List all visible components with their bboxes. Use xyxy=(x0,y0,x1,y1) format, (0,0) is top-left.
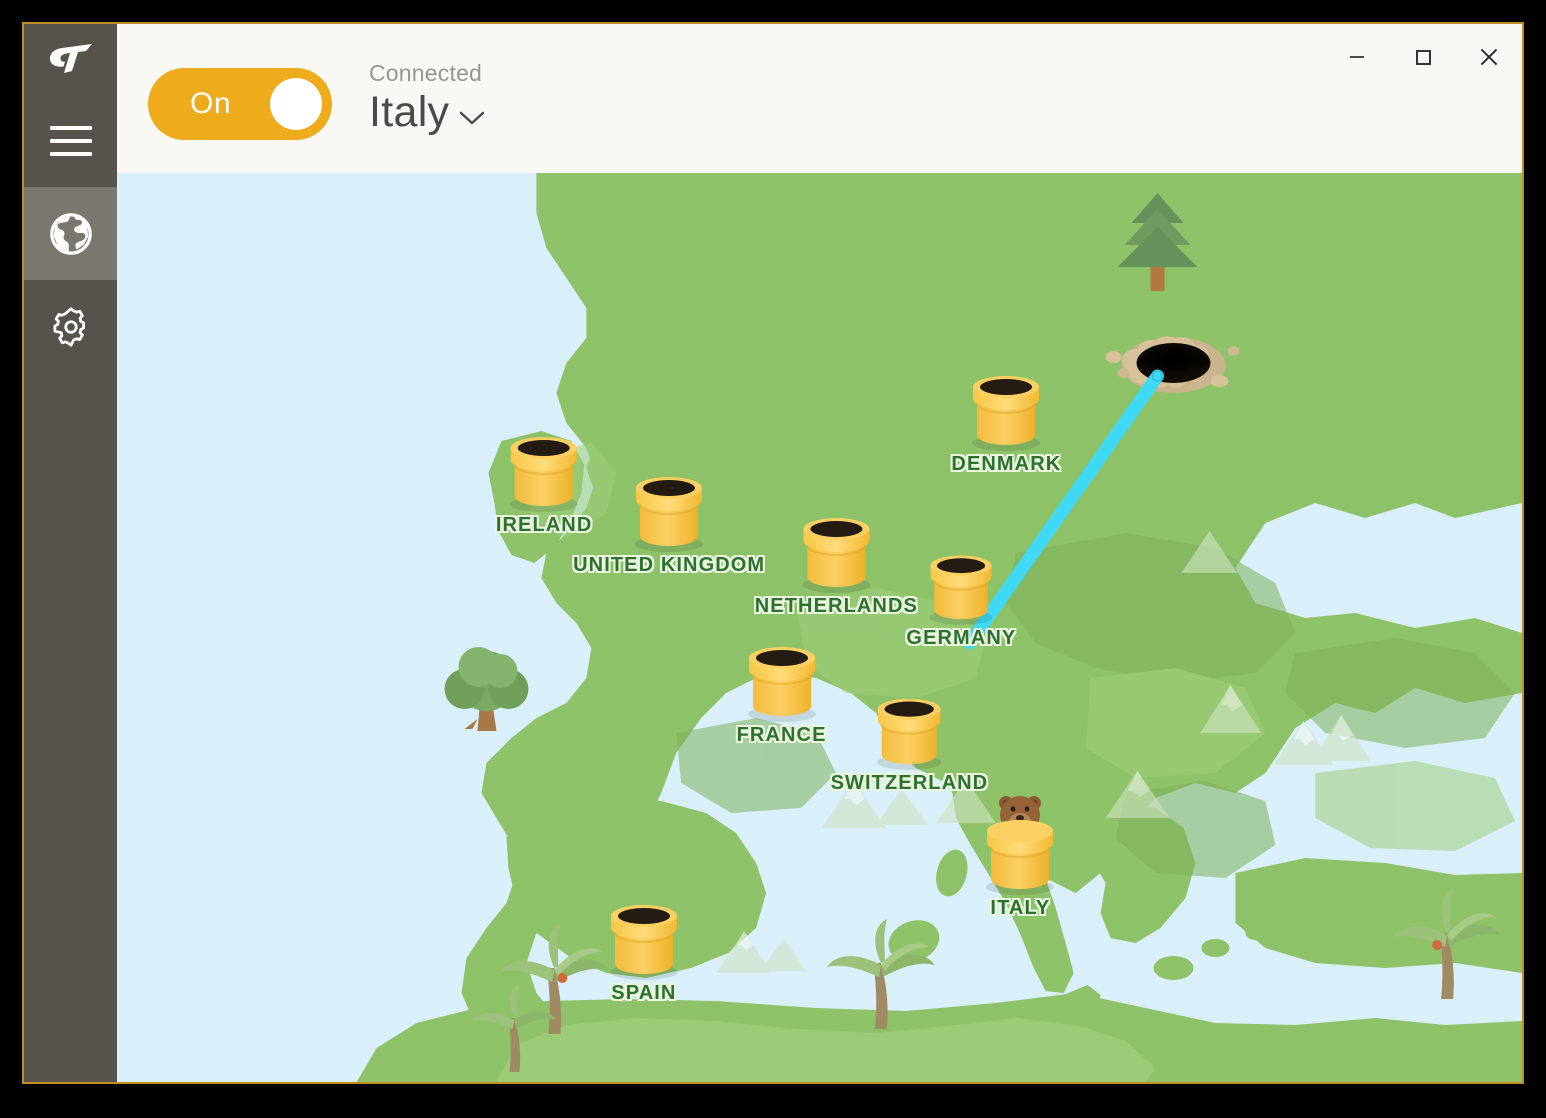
world-map[interactable]: IRELAND UNITED KINGDOM DENMARK NETHERLAN… xyxy=(117,173,1522,1082)
tunnel-marker-united-kingdom[interactable]: UNITED KINGDOM xyxy=(573,468,765,577)
tunnel-icon xyxy=(510,436,579,512)
tunnel-icon xyxy=(972,375,1041,451)
tunnel-label: UNITED KINGDOM xyxy=(573,553,766,576)
vpn-power-toggle[interactable]: On xyxy=(148,68,332,140)
tunnel-marker-denmark[interactable]: DENMARK xyxy=(951,367,1061,476)
tunnel-icon xyxy=(635,476,704,552)
tunnel-marker-italy[interactable]: ITALY xyxy=(980,783,1060,920)
tunnel-marker-netherlands[interactable]: NETHERLANDS xyxy=(755,509,918,618)
tunnel-label: DENMARK xyxy=(951,452,1062,475)
chevron-down-icon xyxy=(460,111,485,124)
header-bar: On Connected Italy xyxy=(117,24,1522,173)
tunnel-label: ITALY xyxy=(990,897,1051,920)
minimize-button[interactable] xyxy=(1324,24,1390,90)
connection-status-text: Connected xyxy=(369,60,483,86)
tunnel-label: NETHERLANDS xyxy=(754,594,918,617)
selected-country-name: Italy xyxy=(369,88,450,136)
tunnelbear-logo-icon xyxy=(49,44,92,73)
tunnel-icon xyxy=(609,904,678,980)
tunnel-label: SPAIN xyxy=(611,981,677,1004)
maximize-icon xyxy=(1416,50,1431,65)
vpn-toggle-knob xyxy=(270,78,322,130)
tunnel-label: SWITZERLAND xyxy=(830,771,989,794)
tunnel-icon xyxy=(877,698,942,770)
tunnelbear-logo[interactable] xyxy=(24,24,117,94)
tunnel-icon xyxy=(930,555,993,625)
vpn-toggle-label: On xyxy=(190,87,232,120)
tunnel-marker-spain[interactable]: SPAIN xyxy=(605,896,683,1005)
close-button[interactable] xyxy=(1456,24,1522,90)
tunnel-marker-switzerland[interactable]: SWITZERLAND xyxy=(831,690,989,795)
tunnel-label: GERMANY xyxy=(906,627,1017,650)
tunnel-icon xyxy=(802,517,871,593)
minimize-icon xyxy=(1350,56,1364,58)
tunnel-marker-france[interactable]: FRANCE xyxy=(737,638,827,747)
tunnel-marker-germany[interactable]: GERMANY xyxy=(906,547,1016,650)
sidebar-item-map[interactable] xyxy=(24,187,117,280)
tunnel-icon-with-bear xyxy=(986,796,1055,896)
window-controls xyxy=(1324,24,1522,90)
sidebar-item-settings[interactable] xyxy=(24,280,117,373)
sidebar xyxy=(24,24,117,1082)
globe-icon xyxy=(49,212,92,255)
maximize-button[interactable] xyxy=(1390,24,1456,90)
tunnel-icon xyxy=(747,647,816,723)
close-icon xyxy=(1480,48,1498,66)
country-selector[interactable]: Italy xyxy=(369,88,485,136)
app-window: On Connected Italy IRELAND UNITED KINGDO… xyxy=(22,22,1524,1084)
tunnel-label: FRANCE xyxy=(736,724,827,747)
hamburger-menu-icon xyxy=(49,117,92,165)
sidebar-item-menu[interactable] xyxy=(24,94,117,187)
map-graphic xyxy=(117,173,1522,1082)
gear-icon xyxy=(53,306,85,347)
connection-status-block: Connected Italy xyxy=(369,60,485,135)
main-area: On Connected Italy IRELAND UNITED KINGDO… xyxy=(117,24,1522,1082)
